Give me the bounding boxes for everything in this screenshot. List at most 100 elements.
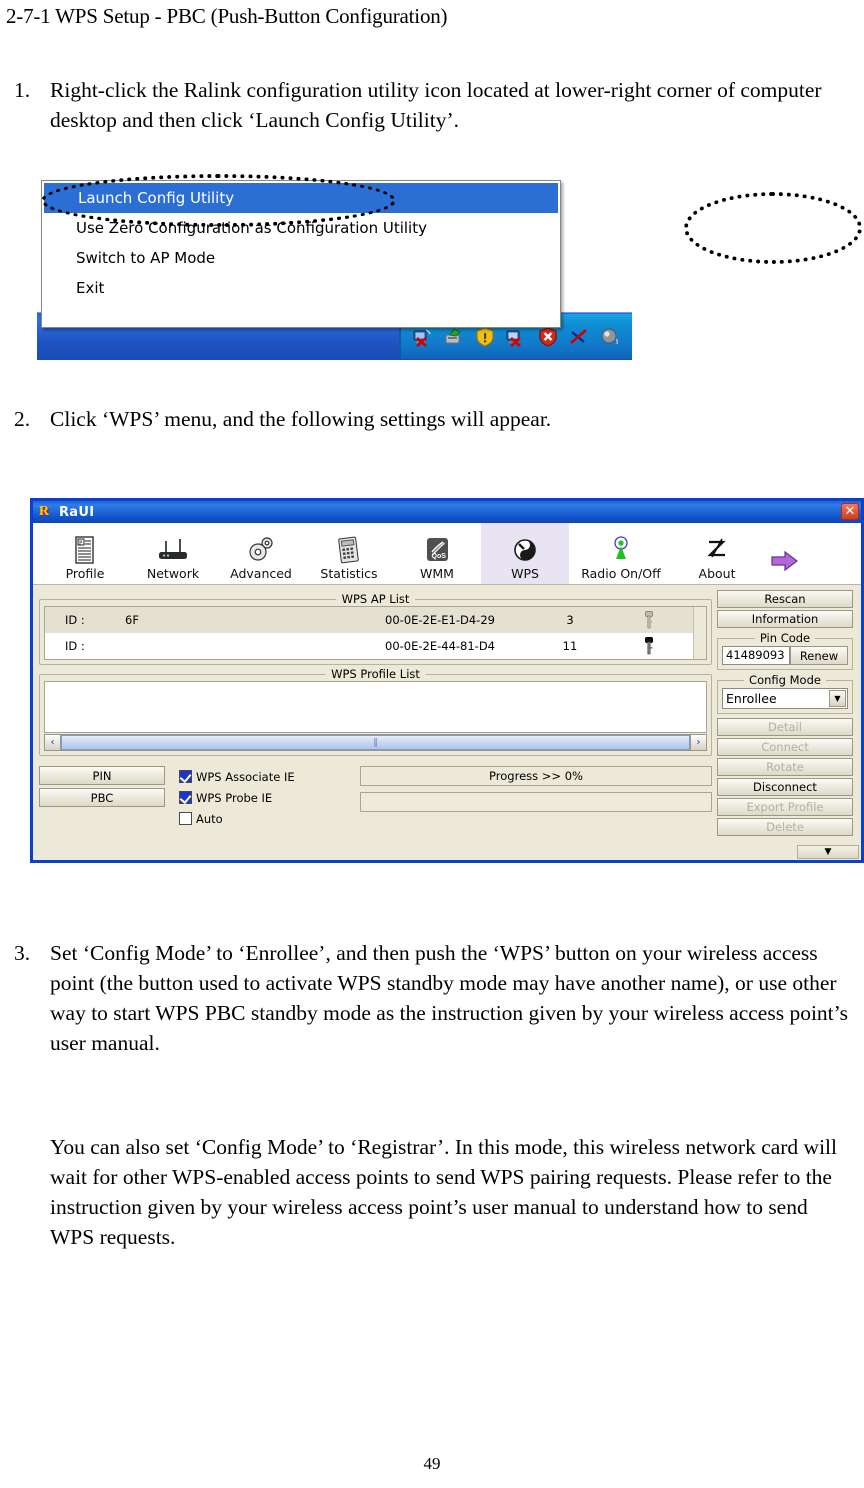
step-1-number: 1. (14, 78, 31, 102)
wps-profile-list[interactable] (44, 681, 707, 733)
signature-icon (703, 534, 731, 566)
step-2-number: 2. (14, 407, 31, 431)
router-icon (156, 534, 190, 566)
tab-statistics-label: Statistics (320, 566, 378, 581)
key-icon (605, 636, 693, 656)
raui-window-title: RaUI (59, 504, 95, 520)
raui-right-column: Rescan Information Pin Code 41489093 Ren… (712, 590, 853, 863)
figure-context-menu: Launch Config Utility Use Zero Configura… (37, 172, 632, 372)
connect-button[interactable]: Connect (717, 738, 853, 756)
wps-checkbox-group: WPS Associate IE WPS Probe IE Auto (165, 766, 350, 829)
scroll-left-icon[interactable]: ‹ (44, 734, 61, 751)
checkbox-wps-probe-ie-label: WPS Probe IE (196, 790, 273, 805)
disconnect-button[interactable]: Disconnect (717, 778, 853, 796)
delete-button[interactable]: Delete (717, 818, 853, 836)
rotate-button[interactable]: Rotate (717, 758, 853, 776)
config-mode-legend: Config Mode (744, 673, 826, 687)
ap-mac: 00-0E-2E-44-81-D4 (385, 639, 495, 653)
scroll-thumb[interactable]: ‖ (61, 735, 690, 750)
renew-button[interactable]: Renew (790, 646, 848, 665)
wps-controls-row: PIN PBC WPS Associate IE WPS Probe IE Au… (39, 766, 712, 829)
rescan-button[interactable]: Rescan (717, 590, 853, 608)
raui-body: WPS AP List ID : 6F 00-0E-2E-E1-D4-29 3 (33, 585, 861, 863)
tab-radio-on-off[interactable]: Radio On/Off (569, 522, 673, 584)
config-mode-group: Config Mode Enrollee ▼ (717, 673, 853, 714)
scroll-track[interactable]: ‖ (61, 734, 690, 751)
step-1: 1. Right-click the Ralink configuration … (14, 75, 850, 135)
tab-advanced[interactable]: Advanced (217, 522, 305, 584)
calculator-icon (335, 534, 363, 566)
menu-item-use-zero-configuration[interactable]: Use Zero Configuration as Configuration … (42, 213, 560, 243)
gears-icon (245, 534, 277, 566)
ap-list-scrollbar[interactable] (693, 607, 706, 659)
tray-context-menu[interactable]: Launch Config Utility Use Zero Configura… (41, 180, 561, 328)
step-3-text: Set ‘Config Mode’ to ‘Enrollee’, and the… (50, 941, 848, 1055)
raui-titlebar: R RaUI ✕ (33, 501, 861, 523)
tab-wps[interactable]: WPS (481, 522, 569, 584)
security-alert-icon[interactable] (537, 326, 559, 348)
tab-wmm[interactable]: QoS WMM (393, 522, 481, 584)
expand-panel-button[interactable] (761, 522, 809, 584)
progress-column: Progress >> 0% (350, 766, 712, 829)
tab-network-label: Network (146, 566, 200, 581)
registrar-paragraph: You can also set ‘Config Mode’ to ‘Regis… (50, 1132, 850, 1252)
checkbox-wps-probe-ie[interactable]: WPS Probe IE (179, 787, 350, 808)
network-error-icon[interactable] (505, 326, 527, 348)
tab-advanced-label: Advanced (230, 566, 292, 581)
step-2: 2. Click ‘WPS’ menu, and the following s… (14, 404, 850, 434)
progress-bar: Progress >> 0% (360, 766, 712, 786)
warning-shield-icon[interactable] (474, 326, 496, 348)
raui-toolbar[interactable]: P Profile Network Advanced Statistics Qo… (33, 522, 861, 585)
menu-item-launch-config-utility[interactable]: Launch Config Utility (44, 183, 558, 213)
pin-code-input[interactable]: 41489093 (722, 646, 790, 665)
ap-id-label: ID : (65, 613, 85, 627)
wps-ap-list[interactable]: ID : 6F 00-0E-2E-E1-D4-29 3 ID: 00-0E-2… (44, 606, 707, 660)
tab-network[interactable]: Network (129, 522, 217, 584)
tab-statistics[interactable]: Statistics (305, 522, 393, 584)
network-disconnected-icon[interactable] (412, 326, 434, 348)
ap-channel: 3 (566, 613, 574, 627)
information-button[interactable]: Information (717, 610, 853, 628)
wps-profile-list-legend: WPS Profile List (325, 667, 426, 681)
status-bar (360, 792, 712, 812)
tab-profile[interactable]: P Profile (41, 522, 129, 584)
tab-wmm-label: WMM (420, 566, 454, 581)
tab-about[interactable]: About (673, 522, 761, 584)
table-row[interactable]: ID : 00-0E-2E-44-81-D4 11 (45, 633, 693, 659)
arrow-right-icon (770, 541, 800, 581)
pin-pbc-buttons: PIN PBC (39, 766, 165, 829)
expand-down-button[interactable]: ▼ (797, 845, 859, 859)
config-mode-select[interactable]: Enrollee ▼ (722, 688, 848, 709)
page-number: 49 (423, 1454, 441, 1473)
export-profile-button[interactable]: Export Profile (717, 798, 853, 816)
volume-icon[interactable] (599, 326, 621, 348)
usb-device-icon[interactable] (443, 326, 465, 348)
scroll-right-icon[interactable]: › (690, 734, 707, 751)
menu-item-switch-to-ap-mode[interactable]: Switch to AP Mode (42, 243, 560, 273)
step-1-text: Right-click the Ralink configuration uti… (50, 78, 822, 132)
tab-radio-on-off-label: Radio On/Off (581, 566, 661, 581)
close-icon[interactable]: ✕ (841, 503, 859, 520)
pin-button[interactable]: PIN (39, 766, 165, 785)
ralink-logo-icon: R (39, 503, 50, 519)
ap-channel: 11 (562, 639, 578, 653)
wps-ap-list-legend: WPS AP List (335, 592, 416, 606)
wireless-off-icon[interactable] (568, 326, 590, 348)
ap-id-label: ID : (65, 639, 85, 653)
table-row[interactable]: ID : 6F 00-0E-2E-E1-D4-29 3 (45, 607, 693, 633)
chevron-down-icon[interactable]: ▼ (829, 690, 846, 707)
page-title: 2-7-1 WPS Setup - PBC (Push-Button Confi… (6, 4, 448, 28)
checkbox-box[interactable] (179, 791, 192, 804)
checkbox-auto-label: Auto (196, 811, 223, 826)
checkbox-box[interactable] (179, 812, 192, 825)
menu-item-exit[interactable]: Exit (42, 273, 560, 303)
checkbox-auto[interactable]: Auto (179, 808, 350, 829)
wps-ap-list-group: WPS AP List ID : 6F 00-0E-2E-E1-D4-29 3 (39, 592, 712, 665)
profile-list-scrollbar[interactable]: ‹ ‖ › (44, 734, 707, 751)
detail-button[interactable]: Detail (717, 718, 853, 736)
pbc-button[interactable]: PBC (39, 788, 165, 807)
raui-window: R RaUI ✕ P Profile Network Advanced Stat… (30, 498, 864, 863)
pin-code-legend: Pin Code (754, 631, 816, 645)
checkbox-wps-associate-ie[interactable]: WPS Associate IE (179, 766, 350, 787)
checkbox-box[interactable] (179, 770, 192, 783)
